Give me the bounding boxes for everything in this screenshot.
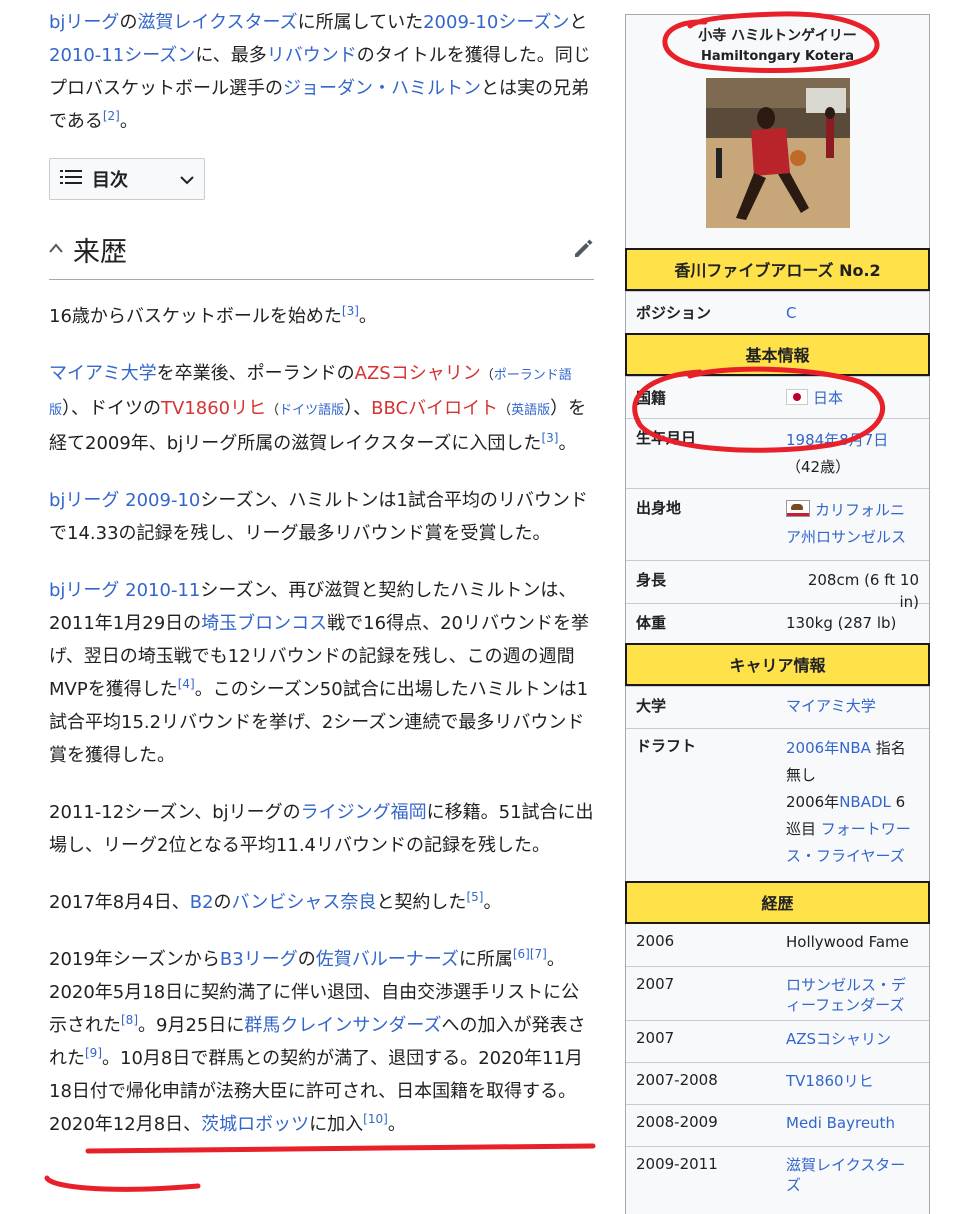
link-bj-league[interactable]: bjリーグ: [49, 12, 119, 33]
link-ibaraki-robots[interactable]: 茨城ロボッツ: [201, 1114, 309, 1135]
infobox-romanized-name: Hamiltongary Kotera: [701, 49, 854, 64]
history-year: 2007: [636, 1029, 675, 1047]
ref-8[interactable]: [8]: [121, 1013, 138, 1027]
row-position: ポジション C: [626, 291, 929, 333]
history-team-link[interactable]: TV1860リヒ: [786, 1071, 919, 1091]
link-bj-league-2010-11[interactable]: bjリーグ 2010-11: [49, 580, 200, 601]
history-year: 2007: [636, 975, 675, 993]
history-team-link[interactable]: ロサンゼルス・ディーフェンダーズ: [786, 975, 919, 1015]
infobox-name: 小寺 ハミルトンゲイリー: [698, 28, 857, 44]
ref-7[interactable]: [7]: [530, 947, 547, 961]
paragraph-7: 2019年シーズンからB3リーグの佐賀バルーナーズに所属[6][7]。2020年…: [49, 947, 586, 1135]
link-b2[interactable]: B2: [190, 892, 214, 913]
link-saitama-broncos[interactable]: 埼玉ブロンコス: [201, 613, 327, 634]
team-header: 香川ファイブアローズ No.2: [625, 248, 930, 291]
japan-flag-icon: [786, 389, 808, 405]
list-icon: [60, 168, 82, 190]
redlink-azs[interactable]: AZSコシャリン: [355, 363, 481, 384]
toc-button[interactable]: 目次: [49, 158, 205, 200]
link-saga-ballooners[interactable]: 佐賀バルーナーズ: [316, 949, 459, 970]
link-season-2010-11[interactable]: 2010-11シーズン: [49, 45, 195, 66]
row-college: 大学 マイアミ大学: [626, 686, 929, 728]
ref-5[interactable]: [5]: [466, 890, 483, 904]
article-body: bjリーグの滋賀レイクスターズに所属していた2009-10シーズンと2010-1…: [49, 6, 594, 1165]
history-team-link[interactable]: 滋賀レイクスターズ: [786, 1155, 919, 1195]
player-photo[interactable]: [705, 78, 850, 228]
link-miami-university-infobox[interactable]: マイアミ大学: [786, 697, 876, 715]
toc-label: 目次: [92, 170, 128, 191]
history-row: 2007 AZSコシャリン: [626, 1020, 929, 1062]
ref-10[interactable]: [10]: [363, 1112, 388, 1126]
paragraph-4: bjリーグ 2010-11シーズン、再び滋賀と契約したハミルトンは、2011年1…: [49, 580, 589, 766]
intro-paragraph: bjリーグの滋賀レイクスターズに所属していた2009-10シーズンと2010-1…: [49, 12, 591, 132]
row-nationality: 国籍 日本: [626, 376, 929, 418]
history-year: 2006: [636, 932, 675, 950]
history-row: 2009-2011 滋賀レイクスターズ: [626, 1146, 929, 1206]
link-jordan-hamilton[interactable]: ジョーダン・ハミルトン: [283, 78, 481, 99]
link-b3-league[interactable]: B3リーグ: [220, 949, 298, 970]
link-season-2009-10[interactable]: 2009-10シーズン: [423, 12, 569, 33]
paragraph-3: bjリーグ 2009-10シーズン、ハミルトンは1試合平均のリバウンドで14.3…: [49, 490, 588, 544]
link-japan[interactable]: 日本: [813, 389, 843, 407]
section-heading-history[interactable]: 来歴: [49, 230, 594, 280]
california-flag-icon: [786, 500, 810, 517]
link-german-version[interactable]: ドイツ語版: [279, 403, 344, 418]
history-row: 2008-2009 Medi Bayreuth: [626, 1104, 929, 1146]
ref-3[interactable]: [3]: [342, 304, 359, 318]
chevron-down-icon: [180, 170, 194, 189]
row-draft: ドラフト 2006年NBA 指名無し 2006年NBADL 6巡目 フォートワース…: [626, 728, 929, 881]
paragraph-1: 16歳からバスケットボールを始めた[3]。: [49, 304, 377, 327]
history-row: 2007-2008 TV1860リヒ: [626, 1062, 929, 1104]
basic-info-header: 基本情報: [625, 333, 930, 376]
history-header: 経歴: [625, 881, 930, 924]
link-shiga-lakestars[interactable]: 滋賀レイクスターズ: [137, 12, 297, 33]
link-rising-fukuoka[interactable]: ライジング福岡: [301, 802, 427, 823]
link-2006-nba-draft[interactable]: 2006年NBA: [786, 739, 871, 757]
history-list: 2006 Hollywood Fame 2007 ロサンゼルス・ディーフェンダーズ 20…: [626, 924, 929, 1206]
infobox: 小寺 ハミルトンゲイリー Hamiltongary Kotera 香川ファイブア…: [625, 14, 930, 1214]
history-team-link[interactable]: AZSコシャリン: [786, 1029, 919, 1049]
edit-pencil-icon[interactable]: [572, 237, 594, 263]
history-year: 2007-2008: [636, 1071, 718, 1089]
history-row: 2007 ロサンゼルス・ディーフェンダーズ: [626, 966, 929, 1020]
link-rebound[interactable]: リバウンド: [267, 45, 357, 66]
paragraph-2: マイアミ大学を卒業後、ポーランドのAZSコシャリン（ポーランド語版）、ドイツのT…: [49, 363, 587, 454]
link-center[interactable]: C: [786, 304, 796, 322]
history-row: 2006 Hollywood Fame: [626, 924, 929, 966]
redlink-tv1860[interactable]: TV1860リヒ: [161, 398, 266, 419]
ref-6[interactable]: [6]: [513, 947, 530, 961]
annotation-underline-line2: [44, 1175, 201, 1192]
history-team-link[interactable]: Medi Bayreuth: [786, 1113, 919, 1133]
row-birthplace: 出身地 カリフォルニア州ロサンゼルス: [626, 488, 929, 560]
ref-4[interactable]: [4]: [178, 677, 195, 691]
paragraph-6: 2017年8月4日、B2のバンビシャス奈良と契約した[5]。: [49, 890, 502, 913]
link-birthdate[interactable]: 1984年8月7日: [786, 431, 888, 449]
link-bambitious-nara[interactable]: バンビシャス奈良: [232, 892, 377, 913]
ref-3b[interactable]: [3]: [541, 431, 558, 445]
redlink-bbc-bayreuth[interactable]: BBCバイロイト: [371, 398, 498, 419]
history-year: 2008-2009: [636, 1113, 718, 1131]
row-height: 身長 208cm (6 ft 10 in): [626, 560, 929, 611]
career-info-header: キャリア情報: [625, 643, 930, 686]
link-gunma-crane-thunders[interactable]: 群馬クレインサンダーズ: [244, 1015, 441, 1036]
paragraph-5: 2011-12シーズン、bjリーグのライジング福岡に移籍。51試合に出場し、リー…: [49, 802, 594, 856]
ref-9[interactable]: [9]: [85, 1046, 102, 1060]
row-birthdate: 生年月日 1984年8月7日 （42歳）: [626, 418, 929, 488]
link-bj-league-2009-10[interactable]: bjリーグ 2009-10: [49, 490, 200, 511]
history-team: Hollywood Fame: [786, 933, 909, 951]
link-english-version[interactable]: 英語版: [511, 403, 550, 418]
link-nbadl[interactable]: NBADL: [839, 793, 891, 811]
collapse-chevron-icon[interactable]: [49, 237, 63, 262]
section-title: 来歴: [73, 237, 127, 268]
link-miami-university[interactable]: マイアミ大学: [49, 363, 157, 384]
history-year: 2009-2011: [636, 1155, 718, 1173]
ref-2[interactable]: [2]: [103, 109, 120, 123]
